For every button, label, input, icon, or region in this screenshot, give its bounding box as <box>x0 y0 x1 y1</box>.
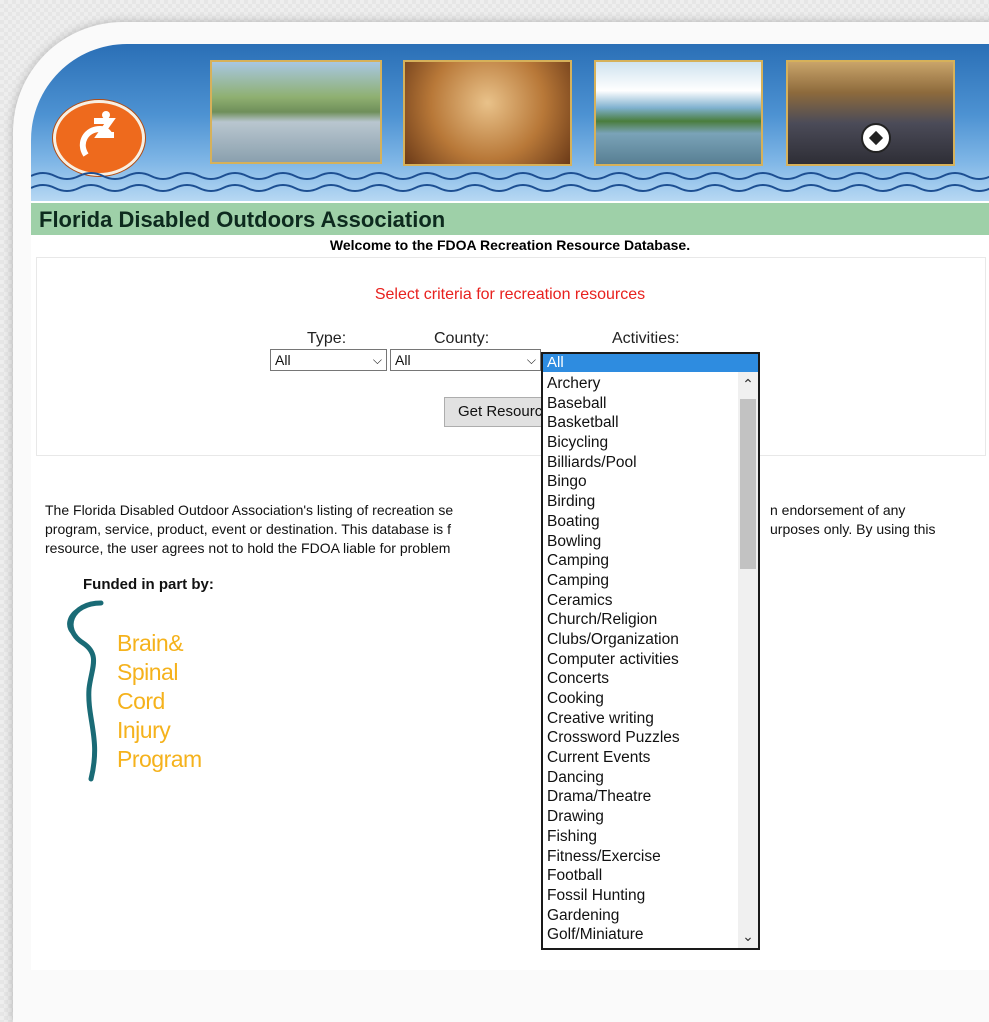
disclaimer-text: The Florida Disabled Outdoor Association… <box>45 501 980 558</box>
activities-label: Activities: <box>612 330 680 347</box>
fdoa-logo-icon[interactable] <box>53 100 145 176</box>
bscip-line-brain: Brain& <box>117 630 184 656</box>
county-select[interactable]: All ⌵ <box>390 349 541 371</box>
site-title-bar: Florida Disabled Outdoors Association <box>31 201 989 235</box>
activities-option[interactable]: Fitness/Exercise <box>543 847 739 867</box>
activities-option[interactable]: Church/Religion <box>543 610 739 630</box>
header-banner <box>31 44 989 201</box>
activities-option[interactable]: Camping <box>543 571 739 591</box>
activities-option[interactable]: Fishing <box>543 827 739 847</box>
activities-option[interactable]: Concerts <box>543 669 739 689</box>
activities-option[interactable]: Cooking <box>543 689 739 709</box>
activities-option[interactable]: Archery <box>543 374 739 394</box>
type-select-value: All <box>275 352 291 368</box>
disclaimer-line3-left: resource, the user agrees not to hold th… <box>45 540 451 556</box>
activities-option[interactable]: Clubs/Organization <box>543 630 739 650</box>
activities-option[interactable]: Dancing <box>543 768 739 788</box>
chevron-down-icon: ⌵ <box>372 353 382 367</box>
activities-option[interactable]: Billiards/Pool <box>543 453 739 473</box>
wave-decoration <box>31 172 989 192</box>
activities-option[interactable]: Gardening <box>543 906 739 926</box>
disclaimer-line2-left: program, service, product, event or dest… <box>45 521 451 537</box>
activities-option[interactable]: Baseball <box>543 394 739 414</box>
type-select[interactable]: All ⌵ <box>270 349 387 371</box>
county-label: County: <box>434 330 490 347</box>
dropdown-scrollbar[interactable]: ⌃ ⌄ <box>738 372 758 948</box>
activities-option[interactable]: Football <box>543 866 739 886</box>
type-label: Type: <box>307 330 347 347</box>
activities-option[interactable]: Golf/Miniature <box>543 925 739 945</box>
activities-option[interactable]: Birding <box>543 492 739 512</box>
activities-options: Archery Baseball Basketball Bicycling Billia… <box>543 374 739 945</box>
page: Florida Disabled Outdoors Association We… <box>31 44 989 970</box>
activities-option[interactable]: Basketball <box>543 413 739 433</box>
activities-option[interactable]: Boating <box>543 512 739 532</box>
bscip-line-injury: Injury <box>117 717 171 743</box>
site-title: Florida Disabled Outdoors Association <box>39 207 446 232</box>
activities-option[interactable]: Ceramics <box>543 591 739 611</box>
activities-option[interactable]: Bowling <box>543 532 739 552</box>
activities-option[interactable]: Bingo <box>543 472 739 492</box>
scroll-up-icon[interactable]: ⌃ <box>742 377 754 391</box>
bscip-line-cord: Cord <box>117 688 165 714</box>
activities-option[interactable]: Fossil Hunting <box>543 886 739 906</box>
soccer-ball-icon <box>861 123 891 153</box>
bscip-logo[interactable]: Brain& Spinal Cord Injury Program <box>61 599 251 789</box>
activities-option[interactable]: Drawing <box>543 807 739 827</box>
activities-option[interactable]: Creative writing <box>543 709 739 729</box>
scroll-down-icon[interactable]: ⌄ <box>742 929 754 943</box>
scrollbar-thumb[interactable] <box>740 399 756 569</box>
search-prompt: Select criteria for recreation resources <box>374 286 646 303</box>
funded-label: Funded in part by: <box>83 576 214 593</box>
photo-sailing <box>594 60 763 166</box>
chevron-down-icon: ⌵ <box>526 353 536 367</box>
photo-water-skiing <box>210 60 382 164</box>
photo-wheelchair-basketball <box>403 60 572 166</box>
activities-option[interactable]: Computer activities <box>543 650 739 670</box>
bscip-line-program: Program <box>117 746 202 772</box>
activities-dropdown-list[interactable]: All Archery Baseball Basketball Bicycling Bi… <box>541 352 760 950</box>
disclaimer-line2-right: urposes only. By using this <box>770 521 936 537</box>
welcome-heading: Welcome to the FDOA Recreation Resource … <box>329 237 691 253</box>
activities-option-selected[interactable]: All <box>543 354 758 372</box>
disclaimer-line1-right: n endorsement of any <box>770 502 906 518</box>
activities-option[interactable]: Drama/Theatre <box>543 787 739 807</box>
bscip-line-spinal: Spinal <box>117 659 178 685</box>
activities-option[interactable]: Current Events <box>543 748 739 768</box>
disclaimer-line1-left: The Florida Disabled Outdoor Association… <box>45 502 454 518</box>
get-resources-button[interactable]: Get Resources <box>444 397 554 427</box>
activities-option[interactable]: Bicycling <box>543 433 739 453</box>
bscip-logo-text: Brain& Spinal Cord Injury Program <box>117 629 202 774</box>
county-select-value: All <box>395 352 411 368</box>
activities-option[interactable]: Crossword Puzzles <box>543 728 739 748</box>
activities-option[interactable]: Camping <box>543 551 739 571</box>
